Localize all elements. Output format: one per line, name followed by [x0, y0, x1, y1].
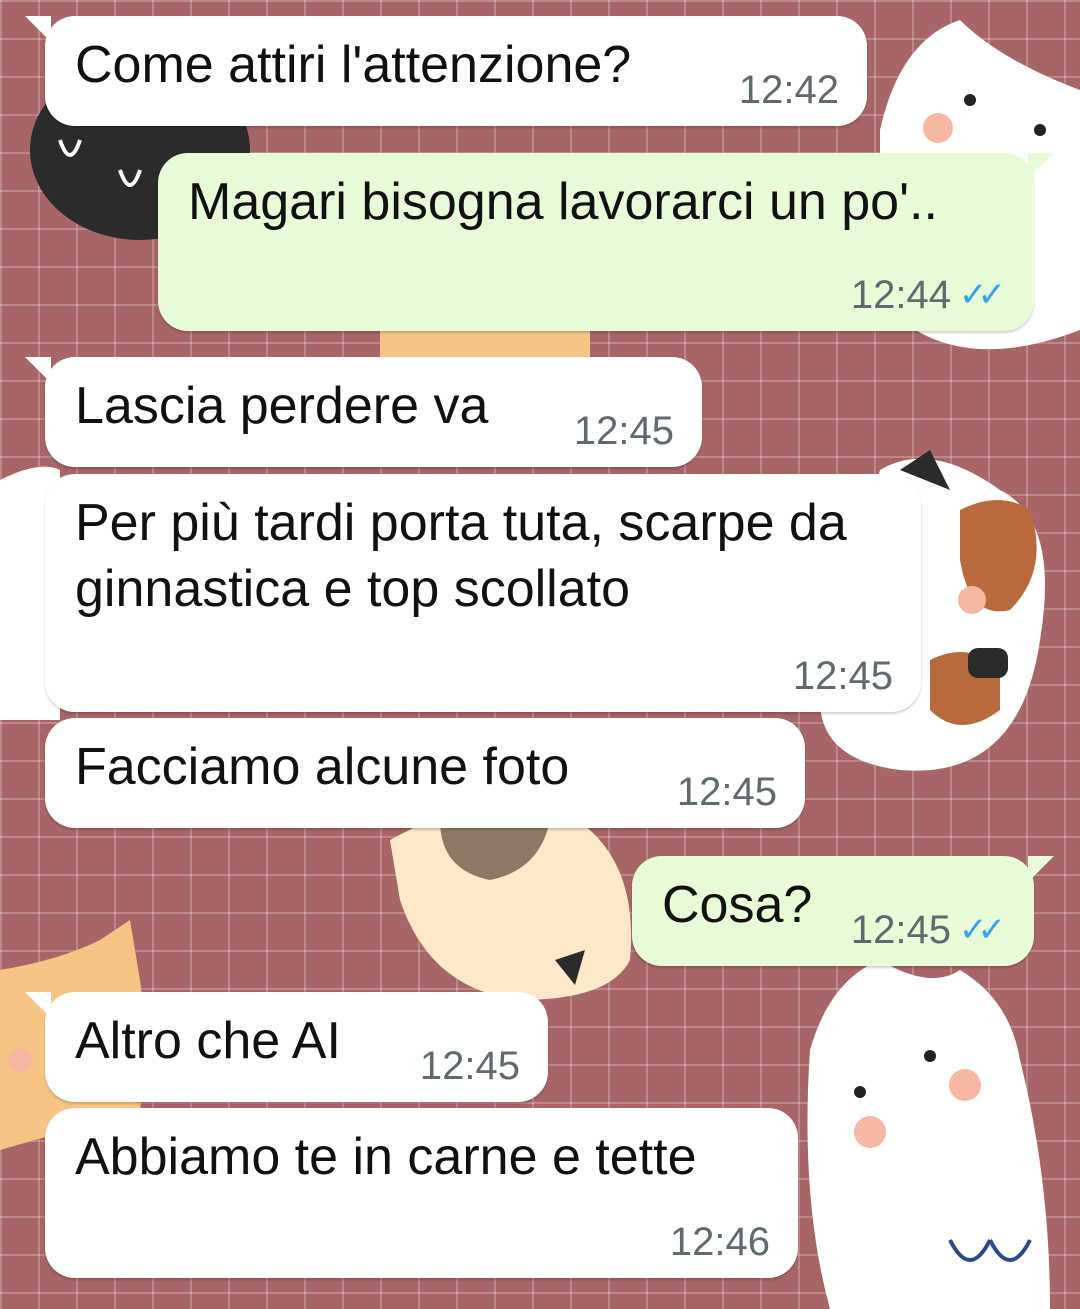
- message-incoming[interactable]: Lascia perdere va 12:45: [25, 357, 702, 467]
- message-time: 12:44: [850, 273, 952, 317]
- message-incoming[interactable]: Abbiamo te in carne e tette 12:46: [45, 1108, 798, 1278]
- message-time: 12:45: [573, 409, 674, 453]
- message-text: Magari bisogna lavorarci un po'..: [188, 173, 938, 231]
- message-meta: 12:46: [670, 1220, 770, 1264]
- message-outgoing[interactable]: Cosa? 12:45 ✓✓: [632, 856, 1054, 966]
- message-outgoing[interactable]: Magari bisogna lavorarci un po'.. 12:44 …: [158, 153, 1054, 331]
- message-text: Abbiamo te in carne e tette: [75, 1128, 697, 1186]
- message-text: Cosa?: [662, 876, 813, 934]
- message-incoming[interactable]: Come attiri l'attenzione? 12:42: [25, 16, 867, 126]
- message-text: Per più tardi porta tuta, scarpe da ginn…: [75, 494, 862, 618]
- message-meta: 12:42: [739, 68, 839, 112]
- message-incoming[interactable]: Altro che AI 12:45: [25, 992, 548, 1102]
- read-ticks-icon: ✓✓: [959, 911, 1006, 949]
- message-incoming[interactable]: Facciamo alcune foto 12:45: [45, 718, 805, 828]
- message-text: Lascia perdere va: [75, 377, 489, 435]
- message-text: Altro che AI: [75, 1012, 341, 1070]
- read-ticks-icon: ✓✓: [959, 276, 1006, 314]
- message-incoming[interactable]: Per più tardi porta tuta, scarpe da ginn…: [45, 474, 921, 712]
- message-time: 12:45: [419, 1044, 520, 1088]
- message-text: Facciamo alcune foto: [75, 738, 570, 796]
- chat-thread: Come attiri l'attenzione? 12:42 Magari b…: [0, 0, 1080, 1309]
- message-time: 12:45: [850, 908, 952, 952]
- message-time: 12:46: [669, 1220, 770, 1264]
- message-meta: 12:45: [677, 770, 777, 814]
- message-meta: 12:44 ✓✓: [851, 273, 1006, 317]
- message-time: 12:45: [676, 770, 777, 814]
- message-meta: 12:45 ✓✓: [851, 908, 1006, 952]
- message-meta: 12:45: [420, 1044, 520, 1088]
- message-text: Come attiri l'attenzione?: [75, 36, 632, 94]
- message-meta: 12:45: [793, 654, 893, 698]
- message-time: 12:45: [792, 654, 893, 698]
- message-time: 12:42: [738, 68, 839, 112]
- message-meta: 12:45: [574, 409, 674, 453]
